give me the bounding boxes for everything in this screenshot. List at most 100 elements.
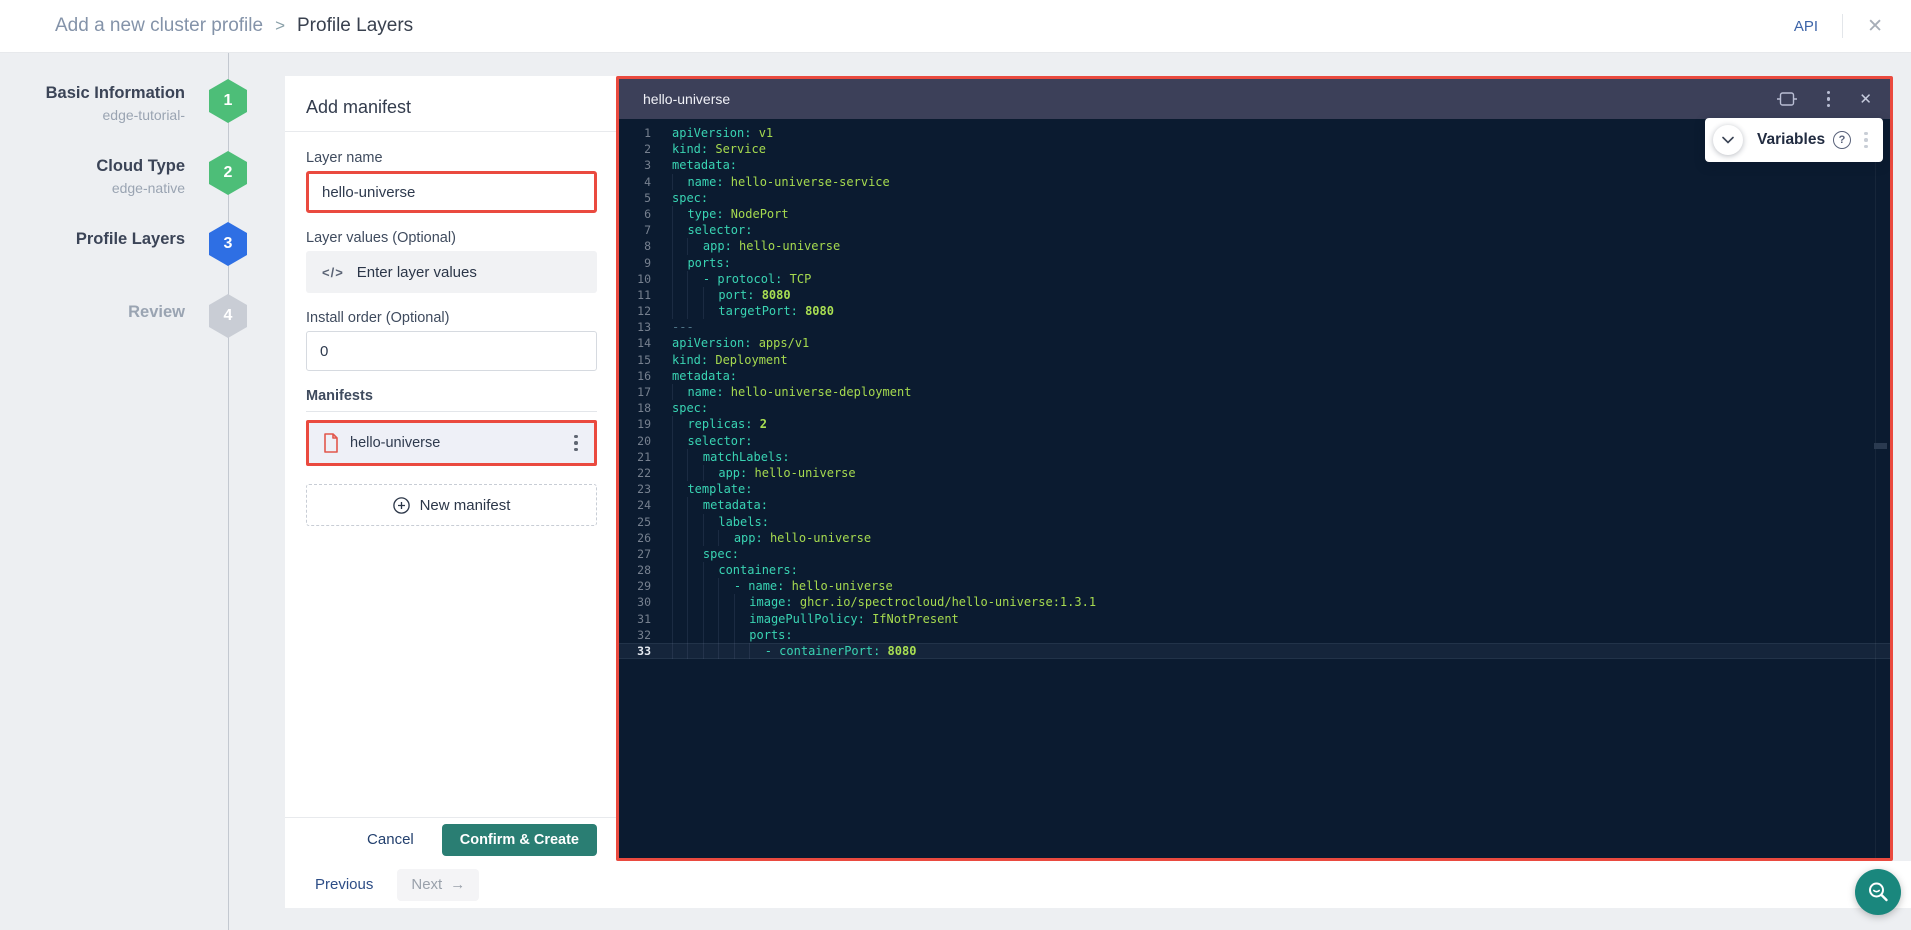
code-line[interactable]: 15kind: Deployment — [619, 352, 1890, 368]
step-1-hexagon: 1 — [209, 79, 247, 123]
manifests-divider — [306, 411, 597, 412]
confirm-create-button[interactable]: Confirm & Create — [442, 824, 597, 856]
editor-kebab-menu-icon[interactable] — [1821, 87, 1835, 112]
enter-layer-values-button[interactable]: </> Enter layer values — [306, 251, 597, 293]
line-number: 6 — [619, 206, 651, 222]
topbar: Add a new cluster profile > Profile Laye… — [0, 0, 1911, 53]
step-number: 1 — [224, 92, 233, 110]
code-line[interactable]: 28 containers: — [619, 562, 1890, 578]
line-number: 2 — [619, 141, 651, 157]
manifest-kebab-menu-icon[interactable] — [569, 431, 583, 456]
code-line[interactable]: 23 template: — [619, 481, 1890, 497]
code-line[interactable]: 10 - protocol: TCP — [619, 271, 1890, 287]
line-number: 28 — [619, 562, 651, 578]
api-button[interactable]: API — [1794, 18, 1818, 35]
split-view-icon[interactable] — [1777, 92, 1797, 106]
line-number: 11 — [619, 287, 651, 303]
install-order-input[interactable] — [306, 331, 597, 371]
code-line[interactable]: 26 app: hello-universe — [619, 530, 1890, 546]
file-icon — [323, 433, 339, 453]
line-number: 20 — [619, 433, 651, 449]
stepper-item-cloud-type[interactable]: Cloud Type edge-native — [0, 157, 185, 196]
code-line[interactable]: 31 imagePullPolicy: IfNotPresent — [619, 611, 1890, 627]
stepper-item-profile-layers[interactable]: Profile Layers — [0, 230, 185, 249]
line-number: 31 — [619, 611, 651, 627]
step-title: Profile Layers — [0, 230, 185, 249]
editor-close-icon[interactable]: ✕ — [1859, 90, 1872, 108]
variables-kebab-menu-icon[interactable] — [1859, 128, 1873, 153]
previous-button[interactable]: Previous — [315, 876, 373, 893]
help-icon[interactable]: ? — [1833, 131, 1851, 149]
code-line[interactable]: 27 spec: — [619, 546, 1890, 562]
breadcrumb-separator: > — [275, 16, 285, 36]
layer-name-input[interactable] — [306, 171, 597, 213]
code-line[interactable]: 4 name: hello-universe-service — [619, 174, 1890, 190]
manifest-item-hello-universe[interactable]: hello-universe — [306, 420, 597, 466]
line-number: 30 — [619, 594, 651, 610]
new-manifest-button[interactable]: New manifest — [306, 484, 597, 526]
code-line[interactable]: 32 ports: — [619, 627, 1890, 643]
code-line[interactable]: 5spec: — [619, 190, 1890, 206]
chevron-down-icon[interactable] — [1713, 125, 1743, 155]
line-number: 22 — [619, 465, 651, 481]
line-number: 3 — [619, 157, 651, 173]
code-line[interactable]: 13--- — [619, 319, 1890, 335]
code-line[interactable]: 21 matchLabels: — [619, 449, 1890, 465]
manifests-label: Manifests — [306, 388, 597, 404]
support-search-fab[interactable] — [1855, 869, 1901, 915]
line-number: 18 — [619, 400, 651, 416]
code-line[interactable]: 24 metadata: — [619, 497, 1890, 513]
close-icon[interactable]: ✕ — [1867, 17, 1883, 36]
magnifier-smile-icon — [1866, 880, 1890, 904]
code-line[interactable]: 12 targetPort: 8080 — [619, 303, 1890, 319]
editor-body: 1apiVersion: v12kind: Service3metadata:4… — [619, 119, 1890, 858]
editor-header: hello-universe ✕ — [619, 79, 1890, 119]
stepper-item-review[interactable]: Review — [0, 303, 185, 322]
step-2-hexagon: 2 — [209, 151, 247, 195]
code-line[interactable]: 3metadata: — [619, 157, 1890, 173]
code-line[interactable]: 33 - containerPort: 8080 — [619, 643, 1890, 659]
next-button[interactable]: Next → — [397, 869, 479, 901]
code-line[interactable]: 22 app: hello-universe — [619, 465, 1890, 481]
line-number: 25 — [619, 514, 651, 530]
line-number: 13 — [619, 319, 651, 335]
code-line[interactable]: 9 ports: — [619, 255, 1890, 271]
step-title: Basic Information — [0, 84, 185, 103]
line-number: 15 — [619, 352, 651, 368]
line-number: 1 — [619, 125, 651, 141]
step-4-hexagon: 4 — [209, 294, 247, 338]
cancel-button[interactable]: Cancel — [367, 831, 414, 848]
arrow-right-icon: → — [450, 876, 465, 893]
line-number: 8 — [619, 238, 651, 254]
line-number: 21 — [619, 449, 651, 465]
breadcrumb-parent-link[interactable]: Add a new cluster profile — [55, 15, 263, 37]
step-title: Review — [0, 303, 185, 322]
editor-scrollbar-thumb[interactable] — [1874, 443, 1887, 449]
code-line[interactable]: 16metadata: — [619, 368, 1890, 384]
line-number: 23 — [619, 481, 651, 497]
line-number: 7 — [619, 222, 651, 238]
code-line[interactable]: 30 image: ghcr.io/spectrocloud/hello-uni… — [619, 594, 1890, 610]
code-line[interactable]: 6 type: NodePort — [619, 206, 1890, 222]
code-line[interactable]: 29 - name: hello-universe — [619, 578, 1890, 594]
code-line[interactable]: 20 selector: — [619, 433, 1890, 449]
add-cluster-profile-page: Add a new cluster profile > Profile Laye… — [0, 0, 1911, 930]
panel-footer: Cancel Confirm & Create — [285, 817, 616, 861]
line-number: 32 — [619, 627, 651, 643]
code-line[interactable]: 1apiVersion: v1 — [619, 125, 1890, 141]
code-line[interactable]: 11 port: 8080 — [619, 287, 1890, 303]
layer-values-label: Layer values (Optional) — [306, 230, 597, 246]
breadcrumb: Add a new cluster profile > Profile Laye… — [55, 15, 413, 37]
code-line[interactable]: 17 name: hello-universe-deployment — [619, 384, 1890, 400]
code-line[interactable]: 2kind: Service — [619, 141, 1890, 157]
line-number: 26 — [619, 530, 651, 546]
code-line[interactable]: 8 app: hello-universe — [619, 238, 1890, 254]
code-line[interactable]: 19 replicas: 2 — [619, 416, 1890, 432]
step-3-hexagon: 3 — [209, 222, 247, 266]
editor-code[interactable]: 1apiVersion: v12kind: Service3metadata:4… — [619, 119, 1890, 659]
code-line[interactable]: 25 labels: — [619, 514, 1890, 530]
code-line[interactable]: 7 selector: — [619, 222, 1890, 238]
code-line[interactable]: 18spec: — [619, 400, 1890, 416]
code-line[interactable]: 14apiVersion: apps/v1 — [619, 335, 1890, 351]
stepper-item-basic-information[interactable]: Basic Information edge-tutorial- — [0, 84, 185, 123]
